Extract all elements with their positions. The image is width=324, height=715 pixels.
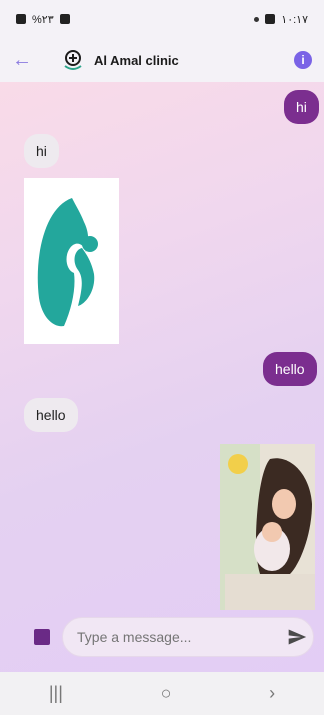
status-left: %٢٣	[16, 13, 70, 26]
app-bar: ← Al Amal clinic i	[0, 38, 324, 82]
notification-icon	[265, 14, 276, 24]
back-arrow-icon[interactable]: ←	[12, 49, 40, 72]
notification-dot	[254, 16, 260, 22]
battery-text: %٢٣	[32, 13, 54, 26]
send-icon[interactable]	[287, 627, 307, 647]
message-bubble-out: hello	[263, 352, 317, 386]
message-input-container[interactable]	[62, 617, 314, 657]
info-icon[interactable]: i	[294, 51, 312, 69]
image-message-photo[interactable]	[220, 444, 315, 610]
message-bubble-out: hi	[284, 90, 319, 124]
attach-image-icon[interactable]	[34, 629, 50, 645]
chat-title: Al Amal clinic	[94, 52, 179, 68]
system-nav-bar: ||| ○ ›	[0, 672, 324, 715]
recent-apps-icon[interactable]: |||	[49, 683, 63, 704]
status-right: ١٠:١٧	[254, 13, 308, 26]
clinic-logo-icon	[60, 47, 86, 73]
chat-area: hi hi hello hello	[0, 82, 324, 672]
back-nav-icon[interactable]: ›	[269, 683, 275, 704]
signal-icon	[16, 14, 26, 24]
message-bubble-in: hello	[24, 398, 78, 432]
message-input[interactable]	[75, 628, 259, 646]
message-bubble-in: hi	[24, 134, 59, 168]
status-bar: %٢٣ ١٠:١٧	[0, 0, 324, 38]
wifi-icon	[59, 14, 70, 24]
clock-text: ١٠:١٧	[281, 13, 308, 26]
home-icon[interactable]: ○	[161, 683, 172, 704]
image-message-logo[interactable]	[24, 178, 119, 344]
